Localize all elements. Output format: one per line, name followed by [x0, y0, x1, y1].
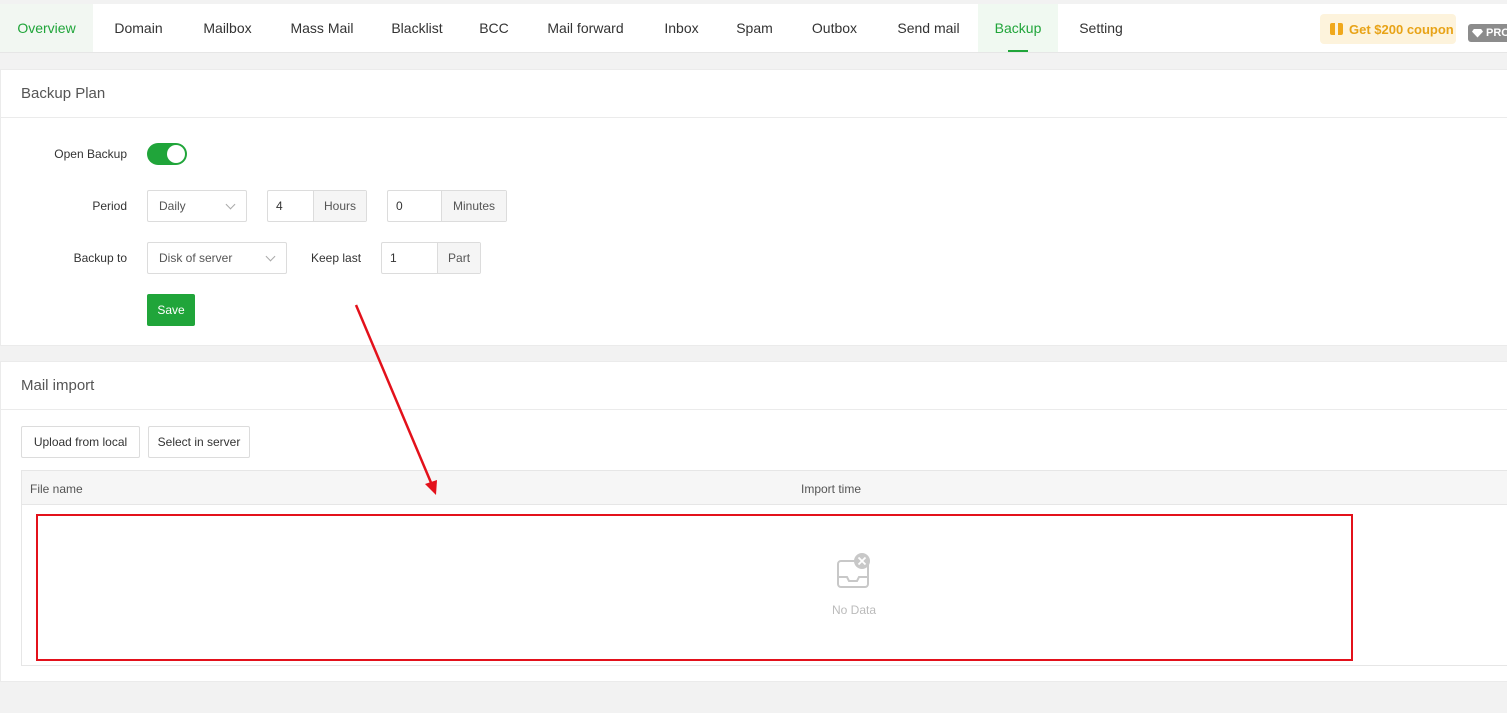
chevron-down-icon: [225, 199, 236, 210]
tab-bcc[interactable]: BCC: [461, 4, 527, 52]
save-button[interactable]: Save: [147, 294, 195, 326]
backup-to-row: Backup to Disk of server Keep last 1 Par…: [1, 242, 482, 274]
tab-overview[interactable]: Overview: [0, 4, 93, 52]
period-select-value: Daily: [159, 199, 186, 213]
table-empty-state: No Data: [22, 505, 1507, 665]
tab-inbox[interactable]: Inbox: [644, 4, 719, 52]
keep-last-input[interactable]: 1: [382, 243, 439, 273]
top-tab-bar: Overview Domain Mailbox Mass Mail Blackl…: [0, 4, 1507, 53]
tab-label: Mail forward: [547, 20, 624, 36]
save-row: Save: [147, 294, 195, 326]
backup-to-label: Backup to: [73, 251, 127, 265]
tab-label: Domain: [114, 20, 163, 36]
backup-plan-panel: Backup Plan Open Backup Period Daily 4 H…: [0, 69, 1507, 346]
minutes-unit: Minutes: [442, 191, 506, 221]
import-actions: Upload from local Select in server: [21, 426, 250, 458]
keep-last-label: Keep last: [311, 251, 362, 265]
backup-to-select[interactable]: Disk of server: [147, 242, 287, 274]
minutes-input[interactable]: 0: [388, 191, 442, 221]
gift-icon: [1330, 23, 1343, 35]
tab-label: Outbox: [811, 20, 858, 36]
period-label: Period: [92, 199, 127, 213]
keep-last-unit: Part: [438, 243, 481, 273]
tab-domain[interactable]: Domain: [93, 4, 184, 52]
tab-backup[interactable]: Backup: [978, 4, 1058, 52]
tab-spam[interactable]: Spam: [719, 4, 790, 52]
panel-title: Mail import: [1, 362, 1507, 410]
no-data-text: No Data: [832, 603, 877, 617]
minutes-input-group: 0 Minutes: [387, 190, 507, 222]
tab-mass-mail[interactable]: Mass Mail: [271, 4, 373, 52]
hours-input-group: 4 Hours: [267, 190, 367, 222]
select-in-server-button[interactable]: Select in server: [148, 426, 250, 458]
coupon-button[interactable]: Get $200 coupon: [1320, 14, 1456, 44]
open-backup-label: Open Backup: [54, 147, 127, 161]
tab-label: Spam: [736, 20, 773, 36]
import-table: File name Import time No Data: [21, 470, 1507, 666]
tab-label: Inbox: [664, 20, 699, 36]
backup-to-select-value: Disk of server: [159, 251, 233, 265]
period-row: Period Daily 4 Hours 0 Minutes: [1, 190, 507, 222]
column-header-import-time: Import time: [801, 482, 862, 496]
pro-badge-label: PRO: [1486, 27, 1507, 39]
tab-label: Blacklist: [391, 20, 443, 36]
hours-input[interactable]: 4: [268, 191, 314, 221]
open-backup-toggle[interactable]: [147, 143, 187, 165]
tab-label: Setting: [1079, 20, 1123, 36]
table-header: File name Import time: [22, 471, 1507, 505]
tab-outbox[interactable]: Outbox: [790, 4, 879, 52]
coupon-label: Get $200 coupon: [1349, 21, 1454, 37]
tab-label: Mailbox: [203, 20, 252, 36]
column-header-file-name: File name: [30, 482, 83, 496]
tab-setting[interactable]: Setting: [1058, 4, 1144, 52]
upload-from-local-button[interactable]: Upload from local: [21, 426, 140, 458]
hours-unit: Hours: [314, 191, 366, 221]
chevron-down-icon: [265, 251, 276, 262]
tab-send-mail[interactable]: Send mail: [879, 4, 978, 52]
pro-badge[interactable]: PRO: [1468, 24, 1507, 42]
tab-label: Send mail: [897, 20, 960, 36]
tab-mail-forward[interactable]: Mail forward: [527, 4, 644, 52]
tab-label: Mass Mail: [290, 20, 354, 36]
tab-label: Overview: [17, 20, 76, 36]
tab-blacklist[interactable]: Blacklist: [373, 4, 461, 52]
empty-inbox-icon: [837, 553, 870, 588]
tab-mailbox[interactable]: Mailbox: [184, 4, 271, 52]
panel-title: Backup Plan: [1, 70, 1507, 118]
tab-label: BCC: [479, 20, 509, 36]
open-backup-row: Open Backup: [1, 142, 187, 166]
mail-import-panel: Mail import Upload from local Select in …: [0, 361, 1507, 682]
tab-label: Backup: [994, 20, 1042, 36]
keep-last-input-group: 1 Part: [381, 242, 482, 274]
period-select[interactable]: Daily: [147, 190, 247, 222]
diamond-icon: [1472, 28, 1483, 38]
